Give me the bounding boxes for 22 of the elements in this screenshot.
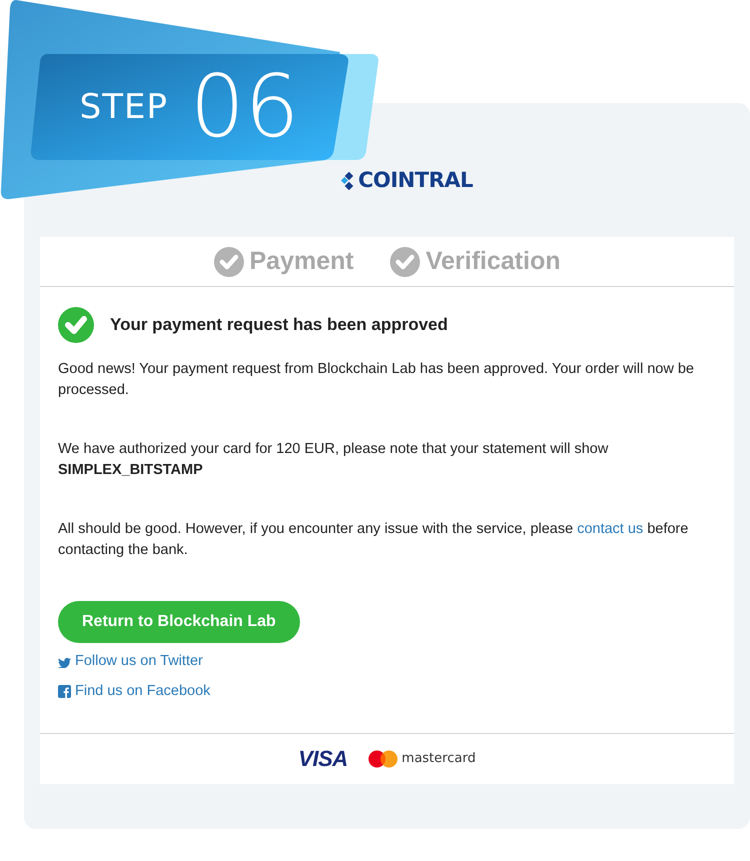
logo-text: COINTRAL	[358, 167, 473, 194]
message-text: All should be good. However, if you encounter any issue with the service, please contact us before contacting the bank.	[58, 520, 690, 560]
twitter-bird-icon	[58, 656, 71, 668]
message-title: Your payment request has been approved	[110, 314, 448, 336]
step-number: 06	[190, 64, 300, 150]
check-icon	[390, 246, 420, 276]
message-text: We have authorized your card for 120 EUR, please note that your statement will show SIMPLEX_BITSTAMP	[58, 440, 610, 480]
contact-link[interactable]: contact us	[577, 521, 644, 537]
step-label: Payment	[250, 246, 354, 277]
check-icon	[214, 246, 244, 276]
message-text: Good news! Your payment request from Blockchain Lab has been approved. Your order will now be processed.	[58, 360, 695, 400]
social-link[interactable]: Find us on Facebook	[58, 680, 716, 702]
visa-logo: VISA	[298, 745, 348, 773]
check-icon	[58, 307, 94, 343]
mastercard-logo: mastercard	[402, 750, 476, 768]
social-link[interactable]: Follow us on Twitter	[58, 651, 716, 673]
return-button[interactable]: Return to Blockchain Lab	[58, 601, 300, 643]
logo-icon	[341, 172, 356, 190]
step-label: STEP	[80, 86, 168, 128]
mastercard-circles-icon	[368, 750, 398, 768]
step-label: Verification	[426, 246, 560, 277]
facebook-icon	[58, 685, 71, 698]
